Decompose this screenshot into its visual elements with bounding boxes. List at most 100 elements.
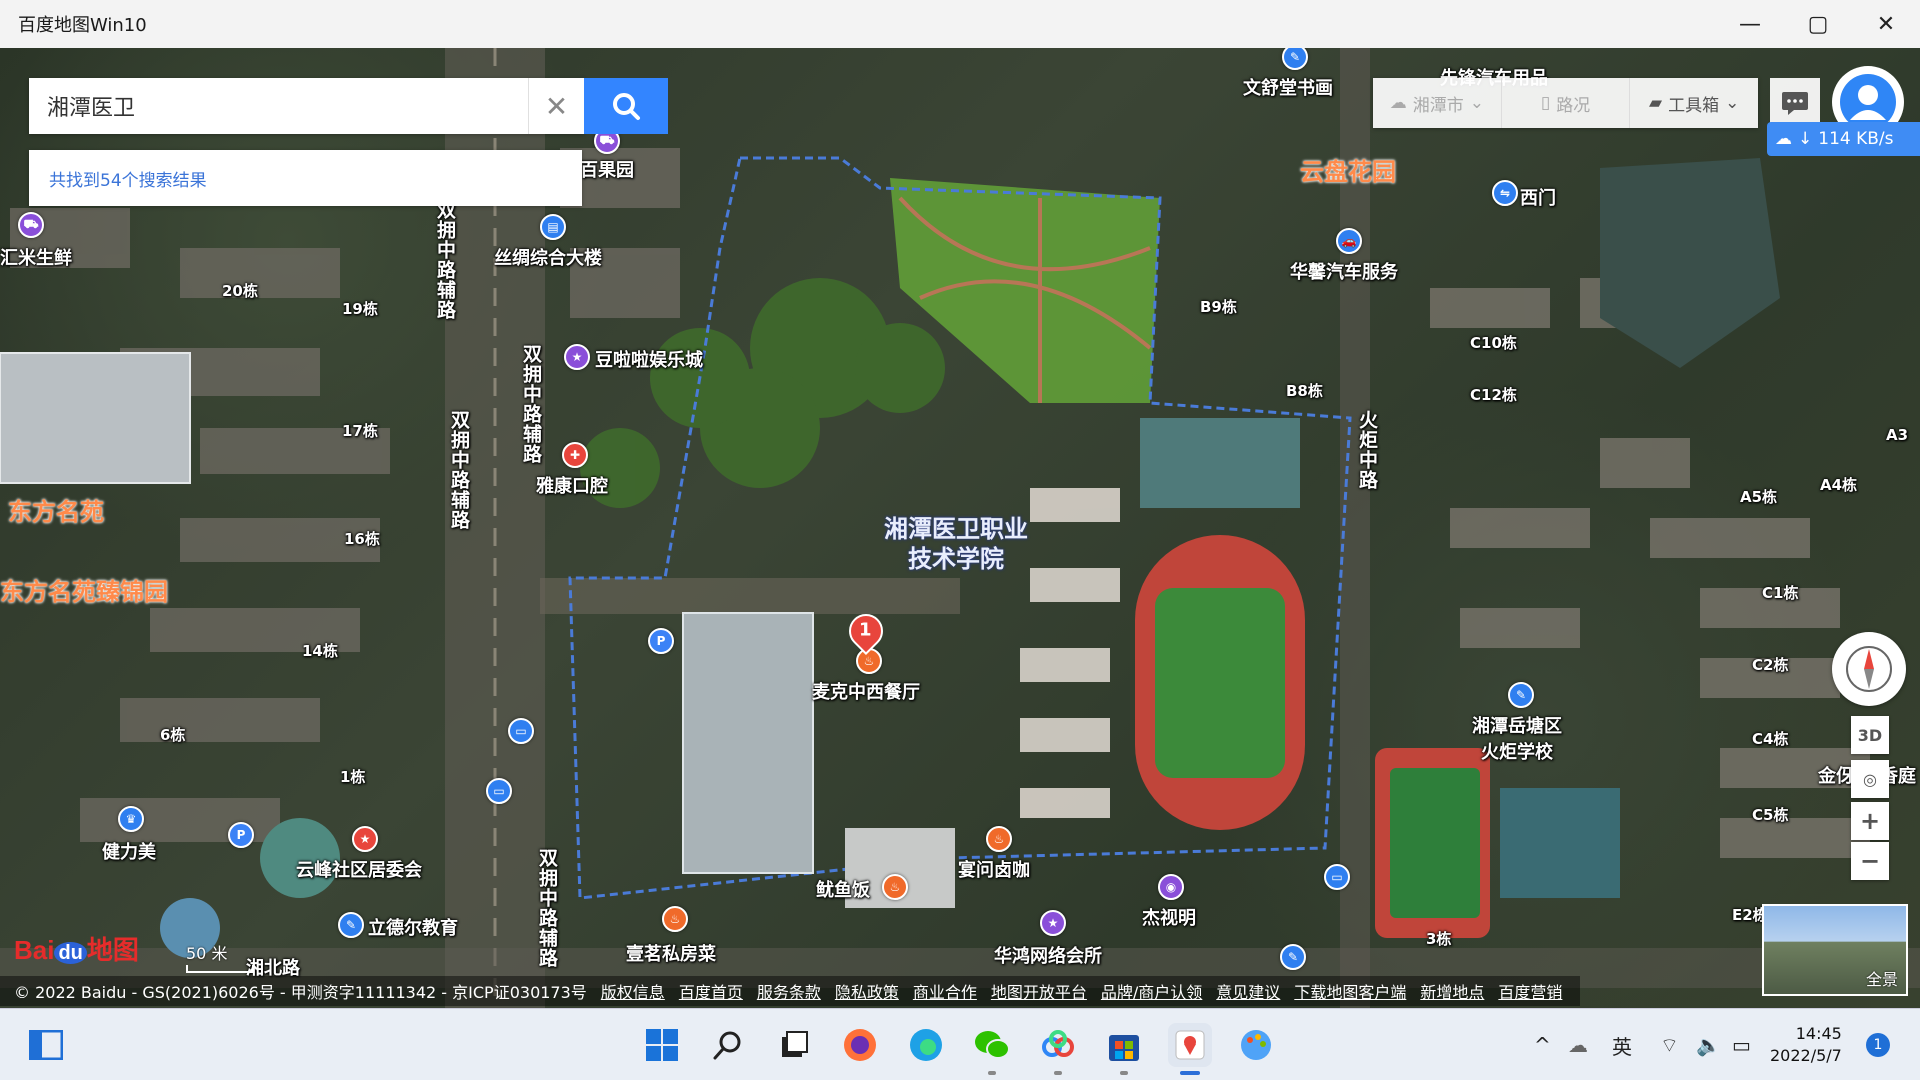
poi-label-yunfeng[interactable]: 云峰社区居委会 (296, 856, 422, 882)
poi-label-jieshiming[interactable]: 杰视明 (1142, 904, 1196, 930)
campus-label-line1: 湘潭医卫职业 (884, 515, 1028, 543)
poi-label-huahong[interactable]: 华鸿网络会所 (994, 942, 1102, 968)
traffic-button[interactable]: ▯ 路况 (1500, 78, 1630, 128)
baidu-map-taskbar-button[interactable] (1168, 1023, 1212, 1075)
bus-stop-icon-1[interactable]: ▭ (508, 718, 534, 744)
poi-label-yakang[interactable]: 雅康口腔 (536, 472, 608, 498)
panorama-thumbnail[interactable]: 全景 (1762, 904, 1908, 996)
wechat-taskbar-button[interactable] (970, 1023, 1014, 1075)
compass-icon (1846, 646, 1892, 692)
3d-toggle-button[interactable]: 3D (1851, 716, 1889, 754)
area-label-yunpan[interactable]: 云盘花园 (1300, 152, 1396, 187)
tray-app-button[interactable]: ☁ (1568, 1009, 1588, 1080)
close-window-button[interactable]: ✕ (1852, 0, 1920, 48)
microsoft-store-taskbar-button[interactable] (1102, 1023, 1146, 1075)
show-hidden-icons-button[interactable]: ^ (1534, 1009, 1551, 1080)
area-label-dongfang-jinyuan[interactable]: 东方名苑臻锦园 (0, 572, 168, 607)
poi-icon-huoju-school[interactable]: ✎ (1508, 682, 1534, 708)
volume-button[interactable]: 🔈 (1696, 1009, 1721, 1080)
poi-icon-youyufan[interactable]: ♨ (882, 874, 908, 900)
poi-icon-doulala[interactable]: ★ (564, 344, 590, 370)
compass-button[interactable] (1832, 632, 1906, 706)
link-feedback[interactable]: 意见建议 (1216, 979, 1280, 1003)
poi-label-yiming[interactable]: 壹茗私房菜 (626, 940, 716, 966)
wifi-button[interactable]: ⌔ (1660, 1009, 1679, 1080)
poi-icon-yunfeng[interactable]: ★ (352, 826, 378, 852)
link-download-client[interactable]: 下载地图客户端 (1294, 979, 1406, 1003)
search-result-marker-number: 1 (859, 619, 872, 641)
poi-icon-jianlimei[interactable]: ♛ (118, 806, 144, 832)
parking-icon[interactable]: P (648, 628, 674, 654)
notification-badge[interactable]: 1 (1866, 1033, 1890, 1057)
minimize-button[interactable]: — (1716, 0, 1784, 48)
link-add-place[interactable]: 新增地点 (1420, 979, 1484, 1003)
poi-icon-sichou[interactable]: ▤ (540, 214, 566, 240)
locate-button[interactable]: ◎ (1851, 760, 1889, 798)
poi-label-yanwen[interactable]: 宴问卤咖 (958, 856, 1030, 882)
poi-label-huoju-line1: 湘潭岳塘区 (1472, 716, 1562, 737)
start-button[interactable] (640, 1023, 684, 1067)
poi-label-huaxin[interactable]: 华馨汽车服务 (1290, 258, 1398, 284)
task-view-sidebar-button[interactable] (24, 1023, 68, 1067)
search-result-summary[interactable]: 共找到54个搜索结果 (29, 150, 582, 206)
link-baidu-home[interactable]: 百度首页 (679, 979, 743, 1003)
poi-icon-huahong[interactable]: ★ (1040, 910, 1066, 936)
link-business[interactable]: 商业合作 (913, 979, 977, 1003)
poi-icon-yiming[interactable]: ♨ (662, 906, 688, 932)
poi-label-youyufan[interactable]: 鱿鱼饭 (816, 876, 870, 902)
ime-label: 英 (1612, 1034, 1632, 1059)
poi-label-wenshutang[interactable]: 文舒堂书画 (1243, 74, 1333, 100)
baidu-netdisk-taskbar-button[interactable] (1036, 1023, 1080, 1075)
edge-taskbar-button[interactable] (904, 1023, 948, 1067)
clear-search-button[interactable]: ✕ (528, 78, 584, 134)
poi-icon-bottom-right[interactable]: ✎ (1280, 944, 1306, 970)
link-terms[interactable]: 服务条款 (757, 979, 821, 1003)
poi-label-jianlimei[interactable]: 健力美 (102, 838, 156, 864)
poi-icon-huaxin[interactable]: 🚗 (1336, 228, 1362, 254)
taskbar-clock[interactable]: 14:45 2022/5/7 (1770, 1023, 1842, 1067)
input-method-button[interactable]: 英 (1612, 1009, 1632, 1080)
poi-label-huimi[interactable]: 汇米生鲜 (0, 244, 72, 270)
poi-icon-yanwen[interactable]: ♨ (986, 826, 1012, 852)
poi-label-huoju-school[interactable]: 湘潭岳塘区 火炬学校 (1472, 712, 1562, 764)
area-label-dongfang[interactable]: 东方名苑 (8, 492, 104, 527)
search-box: ✕ (29, 77, 584, 135)
bus-stop-icon-2[interactable]: ▭ (486, 778, 512, 804)
poi-label-ximen[interactable]: 西门 (1520, 184, 1556, 210)
poi-icon-jieshiming[interactable]: ◉ (1158, 874, 1184, 900)
poi-icon-lideer[interactable]: ✎ (338, 912, 364, 938)
poi-label-maike[interactable]: 麦克中西餐厅 (812, 678, 920, 704)
zoom-in-button[interactable]: + (1851, 802, 1889, 840)
campus-label[interactable]: 湘潭医卫职业 技术学院 (884, 514, 1028, 574)
link-merchant-claim[interactable]: 品牌/商户认领 (1101, 979, 1202, 1003)
poi-label-baiguoyuan[interactable]: 百果园 (580, 156, 634, 182)
parking-icon-2[interactable]: P (228, 822, 254, 848)
link-open-platform[interactable]: 地图开放平台 (991, 979, 1087, 1003)
toolbox-button[interactable]: ▰ 工具箱 ⌄ (1629, 78, 1758, 128)
city-selector[interactable]: ☁ 湘潭市 ⌄ (1373, 78, 1501, 128)
link-baidu-marketing[interactable]: 百度营销 (1498, 979, 1562, 1003)
firefox-taskbar-button[interactable] (838, 1023, 882, 1067)
search-button[interactable] (584, 78, 668, 134)
zoom-out-button[interactable]: − (1851, 842, 1889, 880)
poi-label-jinyi[interactable]: 金伢 (1818, 762, 1854, 788)
bus-stop-icon-3[interactable]: ▭ (1324, 864, 1350, 890)
message-button[interactable] (1770, 78, 1820, 128)
link-copyright-info[interactable]: 版权信息 (601, 979, 665, 1003)
restore-button[interactable]: ▢ (1784, 0, 1852, 48)
search-icon (613, 93, 640, 120)
poi-label-lideer[interactable]: 立德尔教育 (368, 914, 458, 940)
task-view-button[interactable] (772, 1023, 816, 1067)
poi-label-doulala[interactable]: 豆啦啦娱乐城 (595, 346, 703, 372)
building-label-a5: A5栋 (1740, 488, 1778, 506)
poi-icon-huimi[interactable]: ⛟ (18, 212, 44, 238)
search-input[interactable] (29, 77, 528, 135)
poi-icon-ximen[interactable]: ⇋ (1492, 180, 1518, 206)
battery-button[interactable]: ▭ (1732, 1009, 1751, 1080)
link-privacy[interactable]: 隐私政策 (835, 979, 899, 1003)
title-bar: 百度地图Win10 — ▢ ✕ (0, 0, 1920, 48)
poi-icon-yakang[interactable]: ✚ (562, 442, 588, 468)
paint-app-taskbar-button[interactable] (1234, 1023, 1278, 1067)
poi-label-sichou[interactable]: 丝绸综合大楼 (494, 244, 602, 270)
search-taskbar-button[interactable] (706, 1023, 750, 1067)
